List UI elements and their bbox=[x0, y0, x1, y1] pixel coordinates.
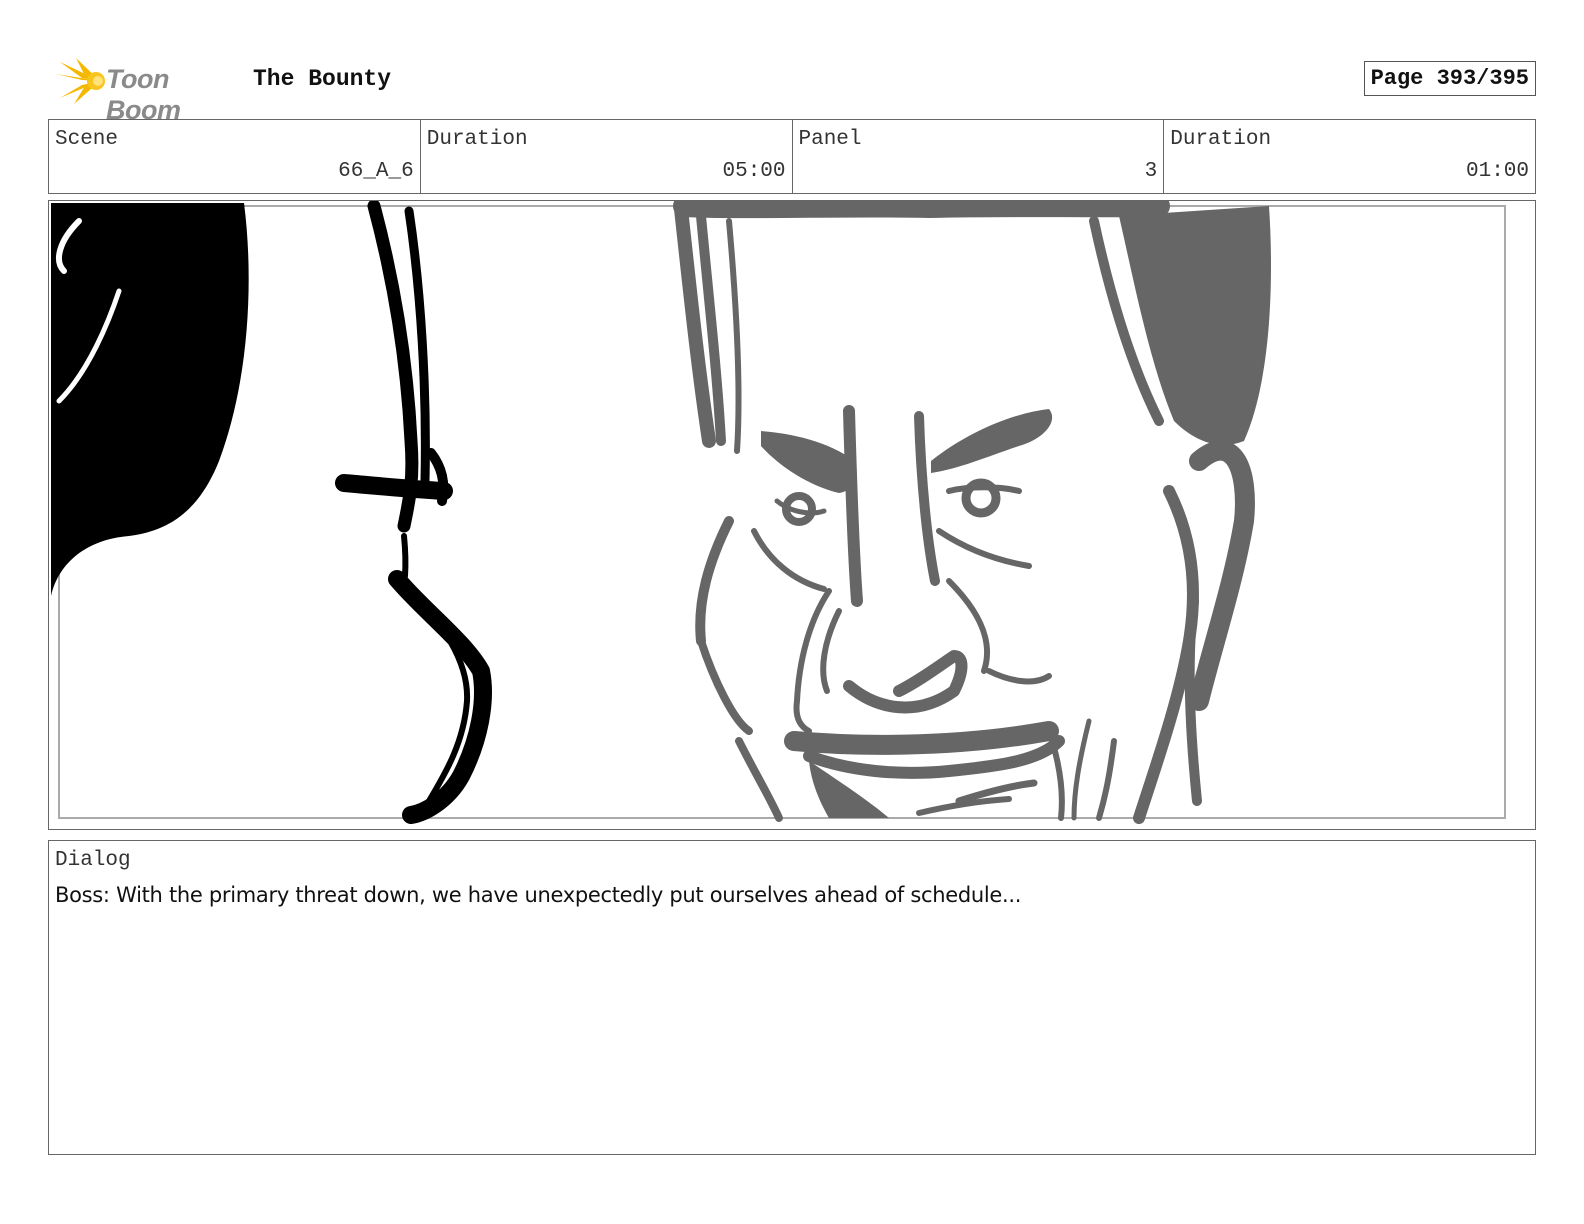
page-header: Toon Boom The Bounty Page 393/395 bbox=[48, 52, 1536, 125]
panel-sketch bbox=[51, 201, 1506, 824]
panel-value: 3 bbox=[1144, 160, 1158, 183]
panel-label: Panel bbox=[798, 128, 862, 151]
logo-text: Toon Boom bbox=[106, 64, 181, 125]
panel-cell: Panel 3 bbox=[793, 120, 1165, 193]
scene-value: 66_A_6 bbox=[338, 160, 414, 183]
panel-duration-value: 01:00 bbox=[1465, 160, 1529, 183]
boss-face-sketch bbox=[673, 201, 1271, 824]
scene-cell: Scene 66_A_6 bbox=[49, 120, 421, 193]
toon-boom-logo: Toon Boom bbox=[52, 56, 242, 125]
project-title: The Bounty bbox=[253, 66, 392, 92]
panel-duration-label: Duration bbox=[1170, 128, 1272, 151]
dialog-box: Dialog Boss: With the primary threat dow… bbox=[48, 840, 1536, 1155]
scene-info-bar: Scene 66_A_6 Duration 05:00 Panel 3 Dura… bbox=[48, 119, 1536, 194]
scene-duration-label: Duration bbox=[426, 128, 528, 151]
safe-area-frame bbox=[58, 205, 1506, 819]
starburst-icon bbox=[54, 58, 105, 104]
dialog-label: Dialog bbox=[55, 849, 131, 872]
scene-label: Scene bbox=[55, 128, 119, 151]
scene-duration-value: 05:00 bbox=[722, 160, 786, 183]
page-number: Page 393/395 bbox=[1363, 61, 1536, 96]
scene-duration-cell: Duration 05:00 bbox=[421, 120, 793, 193]
panel-duration-cell: Duration 01:00 bbox=[1164, 120, 1535, 193]
storyboard-panel bbox=[48, 200, 1536, 830]
dialog-text: Boss: With the primary threat down, we h… bbox=[55, 883, 1022, 907]
foreground-character-sketch bbox=[51, 201, 492, 824]
